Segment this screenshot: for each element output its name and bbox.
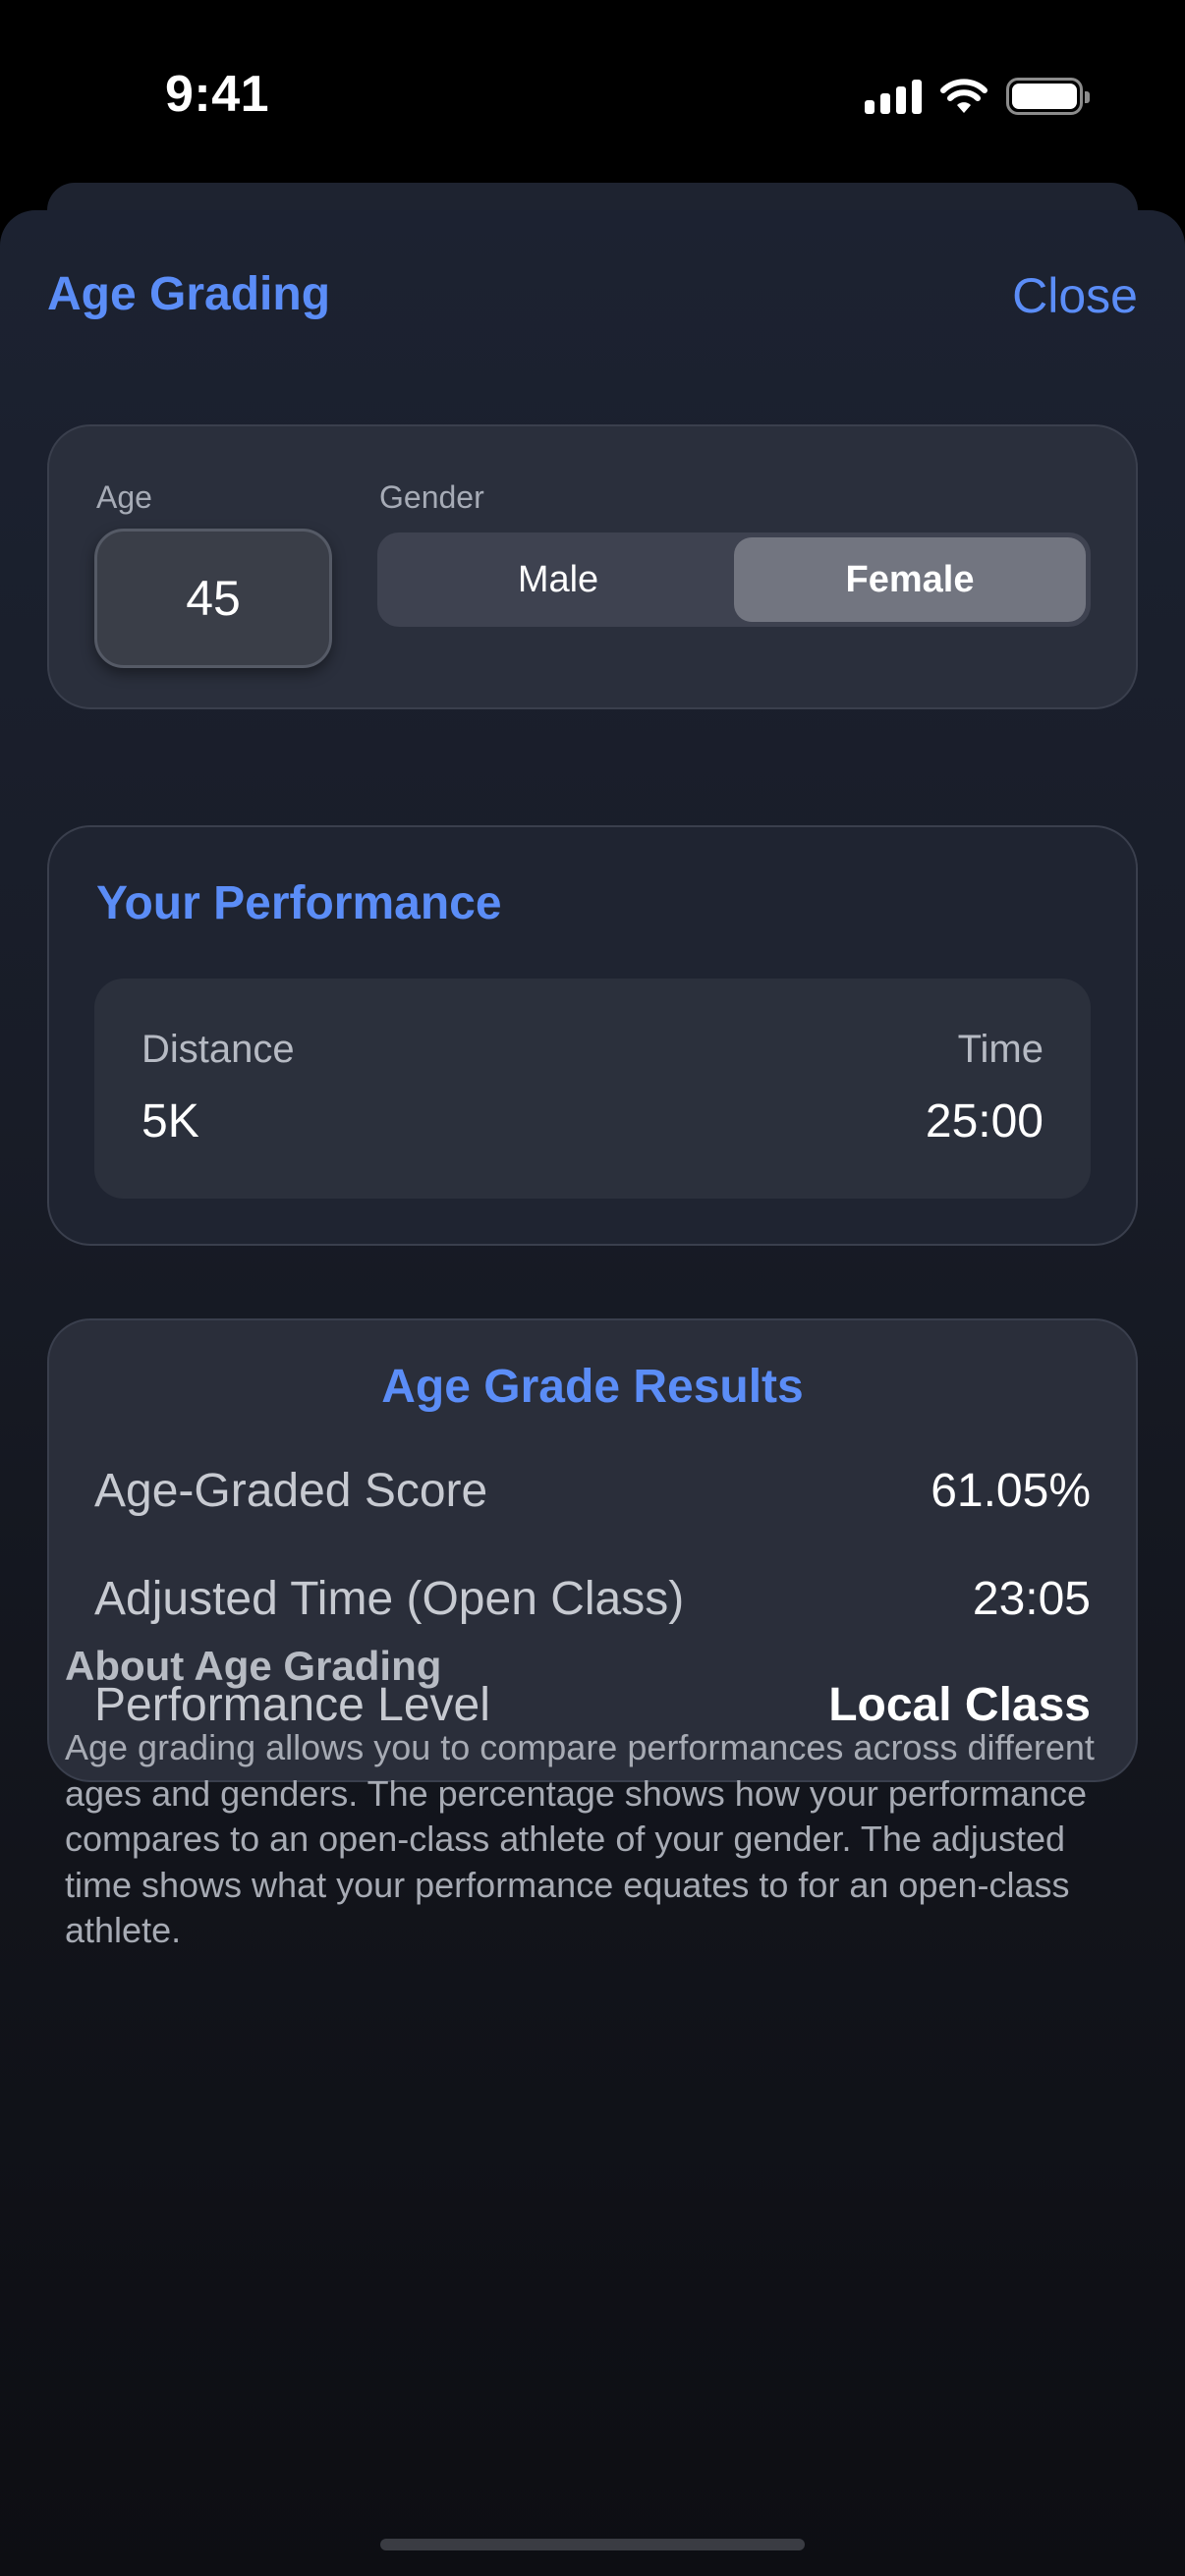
time-label: Time [957,1028,1044,1071]
gender-option-female[interactable]: Female [734,537,1086,622]
gender-segmented-control: Male Female [377,532,1091,627]
status-time: 9:41 [165,66,270,123]
gender-label: Gender [379,479,484,515]
status-bar: 9:41 [0,0,1185,187]
age-input[interactable]: 45 [94,529,332,668]
inputs-card: Age Gender 45 Male Female [47,424,1138,709]
result-row-score: Age-Graded Score 61.05% [94,1464,1091,1523]
performance-summary: Distance 5K Time 25:00 [94,979,1091,1199]
about-title: About Age Grading [65,1643,442,1689]
result-value: 61.05% [931,1465,1091,1517]
status-icons [865,73,1090,120]
result-value: Local Class [828,1679,1091,1731]
result-label: Adjusted Time (Open Class) [94,1573,685,1625]
close-button[interactable]: Close [1012,267,1138,324]
distance-label: Distance [141,1028,295,1071]
age-grading-sheet: Age Grading Close Age Gender 45 Male Fem… [0,210,1185,2576]
results-title: Age Grade Results [381,1361,804,1413]
sheet-title: Age Grading [47,268,331,320]
home-indicator [380,2539,805,2550]
battery-icon [1006,78,1090,115]
distance-value: 5K [141,1095,199,1148]
time-value: 25:00 [925,1095,1044,1148]
results-card: Age Grade Results Age-Graded Score 61.05… [47,1318,1138,1782]
about-text: Age grading allows you to compare perfor… [65,1727,1095,1950]
result-label: Age-Graded Score [94,1465,488,1517]
wifi-icon [940,79,988,113]
cellular-signal-icon [865,79,922,114]
age-label: Age [96,479,152,515]
result-value: 23:05 [972,1573,1091,1625]
result-row-adjusted-time: Adjusted Time (Open Class) 23:05 [94,1572,1091,1631]
performance-title: Your Performance [96,877,502,929]
performance-card: Your Performance Distance 5K Time 25:00 [47,825,1138,1246]
gender-option-male[interactable]: Male [382,537,734,622]
